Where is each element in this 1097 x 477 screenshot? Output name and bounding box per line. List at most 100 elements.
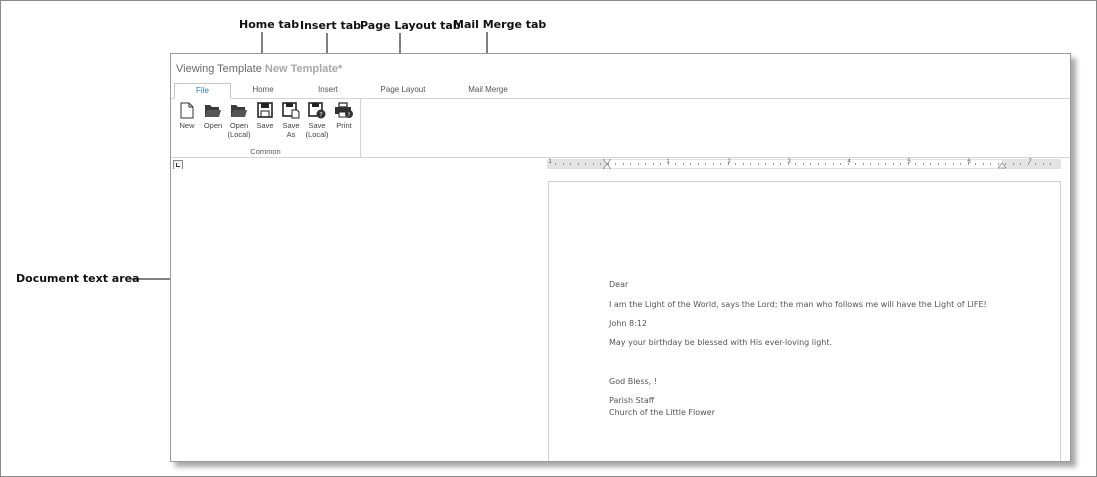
ruler-tick (645, 163, 646, 165)
doc-line-signature-1[interactable]: Parish Staff (609, 396, 654, 405)
ribbon-group-label: Common (250, 147, 281, 156)
right-indent-marker[interactable] (998, 162, 1006, 169)
tab-insert[interactable]: Insert (303, 83, 353, 98)
save-button[interactable]: Save (254, 102, 276, 130)
doc-line-closing[interactable]: God Bless, ! (609, 377, 657, 386)
doc-line-quote[interactable]: I am the Light of the World, says the Lo… (609, 300, 987, 309)
ruler-tick (757, 163, 759, 165)
document-page[interactable]: Dear I am the Light of the World, says t… (548, 181, 1061, 461)
tab-home[interactable]: Home (237, 83, 289, 98)
tab-mail-merge[interactable]: Mail Merge (461, 83, 515, 98)
print-label: Print (336, 121, 352, 130)
save-as-label-2: As (286, 130, 296, 139)
annotation-insert-tab: Insert tab (300, 19, 361, 32)
doc-line-reference[interactable]: John 8:12 (609, 319, 647, 328)
tab-file[interactable]: File (174, 83, 231, 99)
open-label: Open (203, 121, 223, 130)
tab-page-layout[interactable]: Page Layout (371, 83, 435, 98)
ruler-tick (1027, 163, 1029, 165)
ruler-tick (855, 163, 856, 165)
ruler-tick (630, 163, 631, 165)
ruler-tick (750, 163, 751, 165)
ruler-tick (840, 163, 841, 165)
new-label: New (179, 121, 195, 130)
ruler-tick (877, 163, 879, 165)
print-button[interactable]: ? Print (332, 102, 356, 130)
ruler-tick (1012, 163, 1014, 165)
ruler-tick (660, 163, 661, 165)
ruler-tick (975, 163, 976, 165)
ruler-tick (787, 163, 789, 165)
open-local-button[interactable]: Open (Local) (227, 102, 251, 139)
ruler-tick (600, 163, 601, 165)
app-window: Viewing Template New Template* File Home… (170, 53, 1071, 462)
ruler-tick (1020, 163, 1021, 165)
save-as-button[interactable]: Save As (279, 102, 303, 139)
save-local-button[interactable]: ? Save (Local) (305, 102, 329, 139)
ruler-tick (817, 163, 819, 165)
ruler-tick (697, 163, 699, 165)
ruler-tick (982, 163, 984, 165)
new-document-icon (180, 102, 194, 119)
ruler-tick (735, 163, 736, 165)
ribbon-group-common: New Open Open (Local) Save Save As ? Sav… (171, 99, 361, 157)
ruler-tick (675, 163, 676, 165)
svg-text:?: ? (348, 112, 351, 118)
ruler-tick (795, 163, 796, 165)
ruler-tick (765, 163, 766, 165)
title-prefix: Viewing Template (176, 63, 262, 75)
doc-line-blessing[interactable]: May your birthday be blessed with His ev… (609, 338, 832, 347)
ruler-tick (592, 163, 594, 165)
document-viewport[interactable]: Dear I am the Light of the World, says t… (171, 169, 1070, 461)
ruler-tick (720, 163, 721, 165)
open-local-label-1: Open (229, 121, 249, 130)
ruler-tick (832, 163, 834, 165)
ruler-tick (570, 163, 571, 165)
ruler-tick (810, 163, 811, 165)
save-icon (257, 102, 273, 118)
new-button[interactable]: New (176, 102, 198, 130)
ribbon-tabs: File Home Insert Page Layout Mail Merge (171, 83, 1070, 99)
ruler-tick (577, 163, 579, 165)
ruler-label: 1 (548, 159, 552, 165)
ruler-tick (922, 163, 924, 165)
ruler-tick (690, 163, 691, 165)
ruler-tick (705, 163, 706, 165)
svg-text:?: ? (319, 112, 322, 119)
ruler-tick (712, 163, 714, 165)
ruler-tick (615, 163, 616, 165)
horizontal-ruler[interactable]: 1 1 2 3 4 5 6 7 (547, 159, 1061, 170)
ruler-tick (825, 163, 826, 165)
open-button[interactable]: Open (202, 102, 224, 130)
ruler-tick (622, 163, 624, 165)
ruler-tick (802, 163, 804, 165)
ruler-tick (637, 163, 639, 165)
ruler-tick (945, 163, 946, 165)
ruler-tick (930, 163, 931, 165)
annotation-document-text-area: Document text area (16, 272, 140, 285)
ruler-tick (915, 163, 916, 165)
doc-line-signature-2[interactable]: Church of the Little Flower (609, 408, 715, 417)
ruler-tick (862, 163, 864, 165)
window-title: Viewing Template New Template* (176, 63, 342, 75)
save-label: Save (256, 121, 274, 130)
save-local-label-2: (Local) (305, 130, 329, 139)
ruler-tick (1042, 163, 1044, 165)
print-icon: ? (335, 102, 353, 118)
doc-line-salutation[interactable]: Dear (609, 280, 628, 289)
ruler-tick (667, 163, 669, 165)
save-local-label-1: Save (308, 121, 326, 130)
ruler-tick (780, 163, 781, 165)
ruler-tick (1035, 163, 1036, 165)
ruler-tick (1050, 163, 1051, 165)
ruler-tick (892, 163, 894, 165)
ruler-tick (585, 163, 586, 165)
ruler-tick (682, 163, 684, 165)
ruler-tick (900, 163, 901, 165)
ruler-tick (885, 163, 886, 165)
ruler-tick (742, 163, 744, 165)
ruler-tick (870, 163, 871, 165)
ruler-tick (772, 163, 774, 165)
ruler-tick (937, 163, 939, 165)
folder-open-local-icon (231, 105, 247, 117)
